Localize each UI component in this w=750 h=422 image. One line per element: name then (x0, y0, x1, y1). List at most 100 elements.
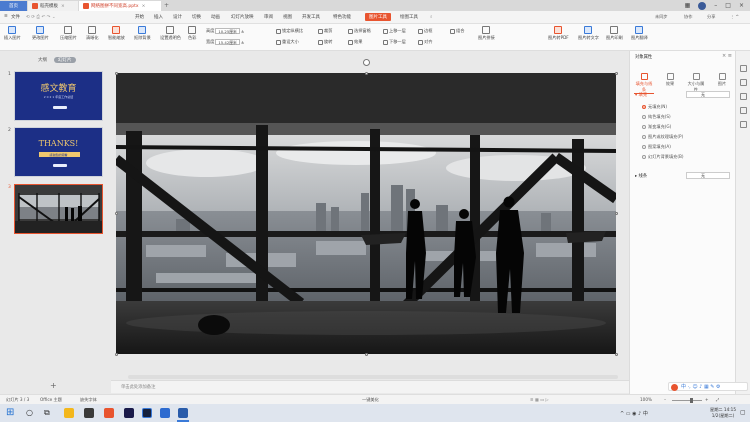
tab-home[interactable]: 首页 (0, 1, 27, 11)
transparent-color-button[interactable]: 设置透明色 (160, 26, 181, 41)
fill-section-toggle[interactable]: ▾ 填充 (635, 92, 647, 98)
search-icon[interactable]: ⌕ (430, 14, 433, 20)
clock[interactable]: 星期二 14:15 1/2(星期二) (710, 407, 736, 418)
zoom-in-icon[interactable]: + (705, 397, 709, 402)
height-input[interactable]: 10.25厘米 (215, 28, 240, 34)
color-button[interactable]: 色彩 (188, 26, 196, 41)
radio-picture-fill[interactable]: 图片或纹理填充(P) (642, 134, 683, 140)
line-select[interactable]: 无 (686, 172, 730, 179)
menu-developer[interactable]: 开发工具 (302, 14, 320, 20)
picture-translate-button[interactable]: 图片翻译 (631, 26, 648, 41)
notification-icon[interactable]: ▢ (740, 409, 746, 416)
menu-drawing-tools[interactable]: 绘图工具 (400, 14, 418, 20)
menu-view[interactable]: 视图 (283, 14, 292, 20)
file-explorer-icon[interactable] (64, 408, 74, 418)
remove-bg-button[interactable]: 抠除背景 (134, 26, 151, 41)
view-mode-icons[interactable]: ≡ ▦ ▭ ▷ (530, 397, 549, 402)
close-window-icon[interactable]: × (739, 2, 744, 9)
ime-toolbar[interactable]: 中 ·, ☺ ♪ ▦ ✎ ⚙ (668, 382, 748, 391)
zoom-out-icon[interactable]: – (664, 397, 666, 402)
menu-insert[interactable]: 插入 (154, 14, 163, 20)
close-icon[interactable]: × (61, 4, 65, 9)
adobe-icon[interactable] (84, 408, 94, 418)
radio-pattern-fill[interactable]: 图案填充(A) (642, 144, 671, 150)
change-picture-button[interactable]: 更改图片 (32, 26, 49, 41)
add-slide-button[interactable]: + (50, 381, 57, 390)
insert-picture-button[interactable]: 插入图片 (4, 26, 21, 41)
rotate-button[interactable]: 旋转 (318, 39, 332, 45)
smart-scale-button[interactable]: 智能缩放 (108, 26, 125, 41)
bring-front-button[interactable]: 上移一层 (383, 28, 406, 34)
tab-picture[interactable]: 图片 (712, 73, 732, 87)
layers-icon[interactable] (740, 107, 747, 114)
resize-handle[interactable] (114, 71, 118, 75)
close-icon[interactable]: × (142, 4, 146, 9)
menu-transition[interactable]: 切换 (192, 14, 201, 20)
resize-handle[interactable] (114, 352, 118, 356)
zoom-slider-knob[interactable] (690, 398, 693, 403)
app-icon[interactable] (104, 408, 114, 418)
resize-handle[interactable] (614, 71, 618, 75)
border-button[interactable]: 边框 (418, 28, 432, 34)
more-icon[interactable]: ⋮ ^ (730, 14, 739, 19)
minimize-icon[interactable]: – (714, 2, 717, 9)
line-section-toggle[interactable]: ▸ 线条 (635, 173, 647, 179)
notes-pane[interactable]: 单击此处添加备注 (111, 380, 629, 393)
radio-no-fill[interactable]: 无填充(N) (642, 104, 667, 110)
animation-icon[interactable] (740, 93, 747, 100)
resize-handle[interactable] (614, 212, 618, 215)
pane-close-icon[interactable]: × ≡ (722, 53, 732, 59)
slide-photo[interactable] (116, 73, 616, 354)
picture-to-text-button[interactable]: 图片转文字 (578, 26, 599, 41)
smart-beauty-button[interactable]: 一键美化 (362, 397, 379, 403)
new-tab-button[interactable]: + (164, 2, 169, 9)
tab-doc-current[interactable]: 网络图拼不同宽高.pptx × (79, 1, 161, 11)
width-stepper-icon[interactable]: ± (241, 40, 245, 45)
menu-review[interactable]: 审阅 (264, 14, 273, 20)
radio-solid-fill[interactable]: 纯色填充(S) (642, 114, 671, 120)
maximize-icon[interactable]: □ (725, 2, 731, 9)
search-icon[interactable]: ○ (26, 408, 33, 417)
group-button[interactable]: 组合 (450, 28, 464, 34)
collab-button[interactable]: 协作 (684, 14, 692, 20)
send-back-button[interactable]: 下移一层 (383, 39, 406, 45)
share-button[interactable]: 分享 (707, 14, 715, 20)
menu-features[interactable]: 特色功能 (333, 14, 351, 20)
tab-outline[interactable]: 大纲 (38, 57, 47, 63)
slide-thumb-2[interactable]: THANKS! 感谢您的观看 (14, 127, 103, 177)
slide-thumb-3[interactable] (14, 184, 103, 234)
windows-start-icon[interactable]: ⊞ (6, 408, 14, 418)
menu-hamburger-icon[interactable]: ≡ (4, 14, 8, 19)
reset-size-button[interactable]: 重设大小 (276, 39, 299, 45)
picture-to-pdf-button[interactable]: 图片转PDF (548, 26, 569, 41)
height-stepper-icon[interactable]: ± (241, 29, 245, 34)
format-icon[interactable] (740, 79, 747, 86)
resize-handle[interactable] (114, 212, 118, 215)
theme-name[interactable]: Office 主题 (40, 397, 62, 403)
rotate-handle[interactable] (363, 59, 370, 66)
resize-handle[interactable] (614, 352, 618, 356)
tab-size-props[interactable]: 大小与属性 (686, 73, 706, 93)
wps-icon[interactable] (124, 408, 134, 418)
menu-home[interactable]: 开始 (135, 14, 144, 20)
menu-animation[interactable]: 动画 (211, 14, 220, 20)
radio-slide-bg-fill[interactable]: 幻灯片背景填充(B) (642, 154, 683, 160)
menu-slideshow[interactable]: 幻灯片放映 (231, 14, 254, 20)
picture-print-button[interactable]: 图片印刷 (606, 26, 623, 41)
task-view-icon[interactable]: ⧉ (44, 408, 50, 418)
grid-icon[interactable]: ▦ (685, 2, 691, 9)
fit-window-icon[interactable]: ⤢ (716, 397, 719, 402)
width-input[interactable]: 15.42厘米 (215, 39, 240, 45)
tray-icons[interactable]: ^ ▭ ◉ ♪ 中 (620, 410, 648, 417)
photoshop-icon[interactable] (142, 408, 152, 418)
fill-select[interactable]: 无 (686, 91, 730, 98)
lock-ratio-checkbox[interactable]: 锁定纵横比 (276, 28, 303, 34)
crop-button[interactable]: 裁剪 (318, 28, 332, 34)
browser-icon[interactable] (160, 408, 170, 418)
quick-access-icons[interactable]: ⟲ ⟳ ⎙ ↶ ↷ ⌄ (26, 14, 56, 20)
menu-picture-tools[interactable]: 图片工具 (365, 13, 391, 21)
align-button[interactable]: 对齐 (418, 39, 432, 45)
avatar[interactable] (698, 1, 707, 10)
tab-slides[interactable]: 幻灯片 (54, 57, 76, 63)
properties-icon[interactable] (740, 65, 747, 72)
